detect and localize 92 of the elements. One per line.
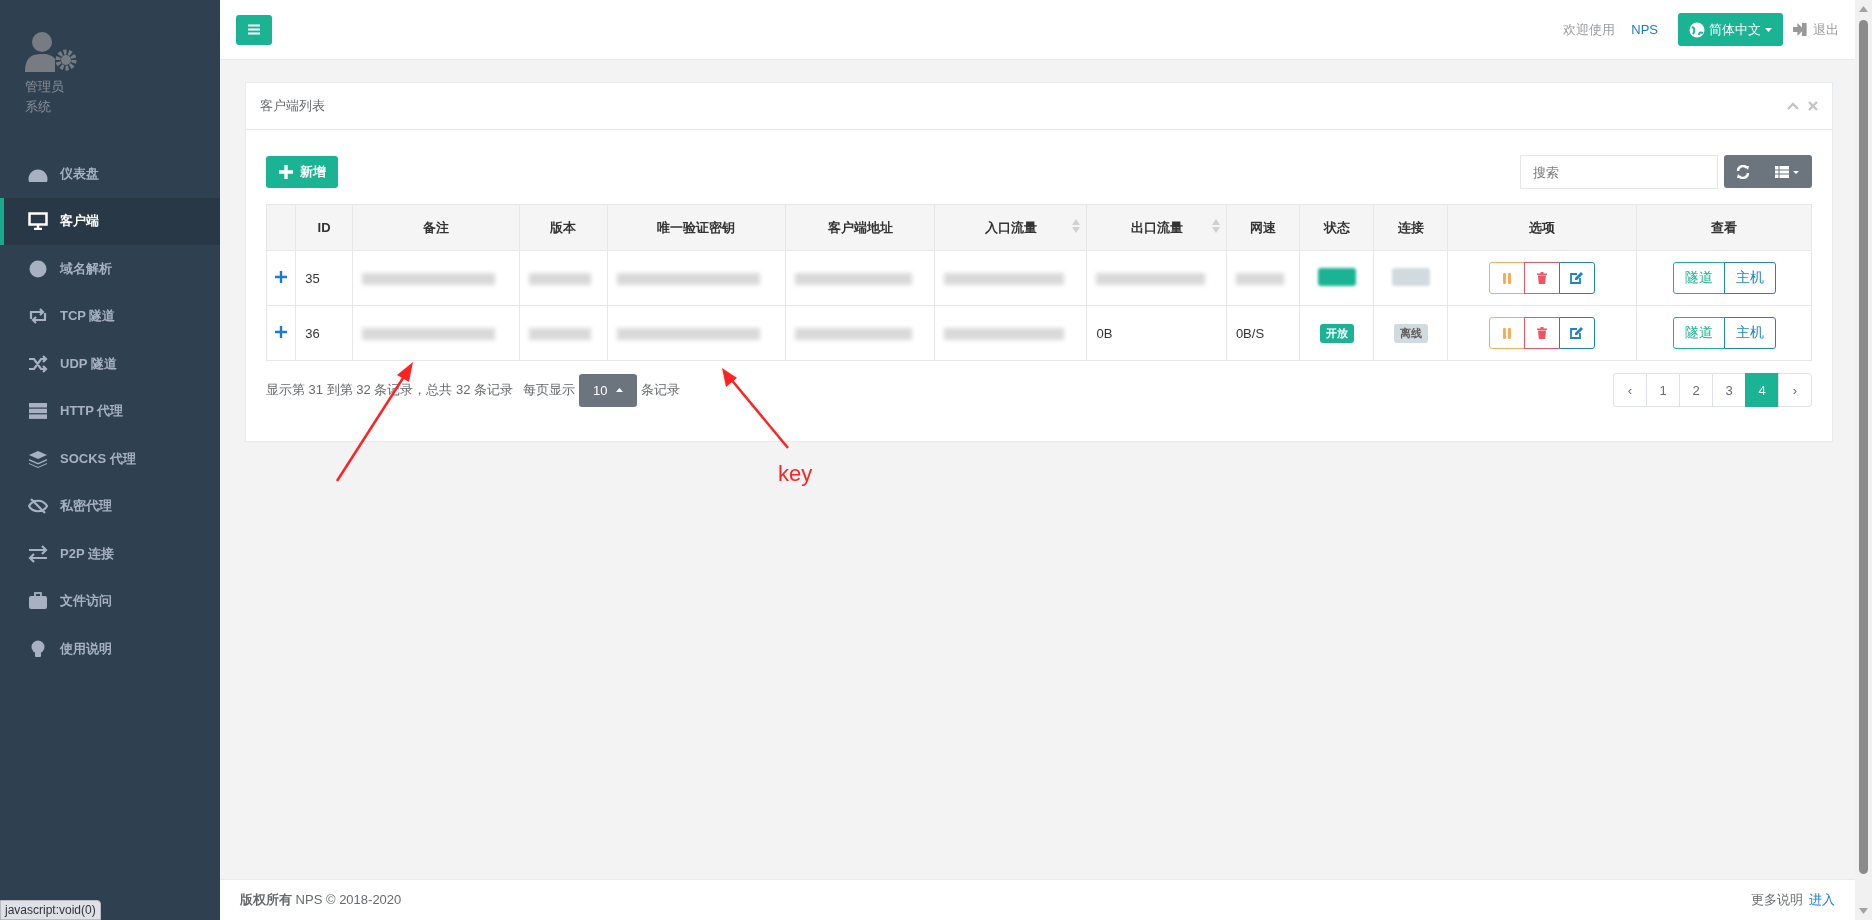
delete-button[interactable] [1523,262,1560,294]
column-header: 网速 [1226,204,1300,251]
view-button[interactable]: 隧道 [1672,262,1725,294]
language-button[interactable]: 简体中文 [1678,13,1783,46]
page-link[interactable]: 2 [1679,373,1713,407]
layers-icon [28,449,48,468]
columns-button[interactable] [1762,155,1812,188]
table-cell: 36 [305,325,320,341]
menu-button[interactable] [236,14,272,45]
more-info-text: 更多说明 [1751,891,1803,909]
column-header: 唯一验证密钥 [607,204,786,251]
column-header: 入口流量 [934,204,1087,251]
column-header: 选项 [1447,204,1637,251]
trash-icon [1536,272,1547,284]
user-gear-icon [25,32,77,72]
scrollbar[interactable] [1855,0,1872,920]
logout-link[interactable]: 退出 [1793,20,1839,39]
table-cell: 0B [1096,325,1113,341]
edit-icon [1570,327,1584,339]
page-link[interactable]: ‹ [1613,373,1647,407]
shuffle-icon [28,354,48,373]
status-badge: 开放 [1319,323,1354,343]
pause-button[interactable] [1488,317,1525,349]
nav-item[interactable]: 域名解析 [0,245,220,293]
nav-item[interactable]: 私密代理 [0,482,220,530]
edit-button[interactable] [1558,317,1595,349]
sign-in-icon [1793,23,1807,36]
server-icon [28,402,48,421]
nav-item[interactable]: 仪表盘 [0,150,220,198]
annotation-label: key [778,461,813,487]
browser-status-text: javascript:void(0) [0,900,101,920]
view-button[interactable]: 主机 [1723,262,1776,294]
column-header: 状态 [1299,204,1374,251]
expand-icon[interactable] [275,325,288,338]
nav-item[interactable]: SOCKS 代理 [0,435,220,483]
trash-icon [1536,327,1547,339]
enter-link[interactable]: 进入 [1809,891,1835,909]
nav-item[interactable]: HTTP 代理 [0,387,220,435]
refresh-button[interactable] [1724,155,1762,188]
plus-icon [278,164,294,180]
pause-icon [1502,272,1511,284]
menu-icon [248,24,260,35]
page-link[interactable]: › [1778,373,1812,407]
view-button[interactable]: 隧道 [1672,317,1725,349]
page-size-label: 每页显示 [523,381,576,399]
user-role: 系统 [25,98,52,116]
card-title: 客户端列表 [260,97,325,115]
refresh-icon [1736,164,1750,179]
loop-arrows-icon [28,307,48,326]
connection-badge: 离线 [1393,323,1428,343]
column-header: 版本 [519,204,607,251]
column-header: 连接 [1373,204,1448,251]
expand-icon[interactable] [275,270,288,283]
column-header: 备注 [352,204,520,251]
nav-item[interactable]: UDP 隧道 [0,340,220,388]
copyright-text: 版权所有 NPS © 2018-2020 [240,891,402,909]
nav-item[interactable]: TCP 隧道 [0,292,220,340]
caret-icon [615,388,623,392]
edit-button[interactable] [1558,262,1595,294]
list-caret-icon [1775,165,1799,178]
page-size-suffix: 条记录 [640,381,680,399]
monitor-icon [28,212,48,231]
column-header: 查看 [1636,204,1812,251]
nav-item[interactable]: P2P 连接 [0,530,220,578]
nav-item[interactable]: 客户端 [0,197,220,245]
add-button[interactable]: 新增 [266,156,338,188]
view-button[interactable]: 主机 [1723,317,1776,349]
page-size-button[interactable]: 10 [579,373,637,407]
pause-icon [1502,327,1511,339]
page-link[interactable]: 3 [1712,373,1746,407]
nav-item[interactable]: 文件访问 [0,577,220,625]
column-header: ID [295,204,353,251]
pause-button[interactable] [1488,262,1525,294]
delete-button[interactable] [1523,317,1560,349]
briefcase-icon [28,592,48,611]
eye-slash-icon [28,497,48,516]
welcome-text: 欢迎使用 [1563,20,1616,39]
scroll-up-icon[interactable] [1859,6,1868,12]
page-link[interactable]: 1 [1646,373,1680,407]
column-header: 出口流量 [1086,204,1227,251]
caret-icon [1765,27,1772,32]
scroll-down-icon[interactable] [1859,908,1868,914]
table-cell: 0B/S [1235,325,1265,341]
page-link[interactable]: 4 [1745,373,1779,407]
table-cell: 35 [305,270,320,286]
search-field[interactable]: 搜索 [1520,155,1718,189]
column-header: 客户端地址 [785,204,935,251]
nav-item[interactable]: 使用说明 [0,625,220,673]
user-name: 管理员 [25,78,65,96]
swap-arrows-icon [28,544,48,563]
brand-link[interactable]: NPS [1631,22,1658,37]
edit-icon [1570,272,1584,284]
